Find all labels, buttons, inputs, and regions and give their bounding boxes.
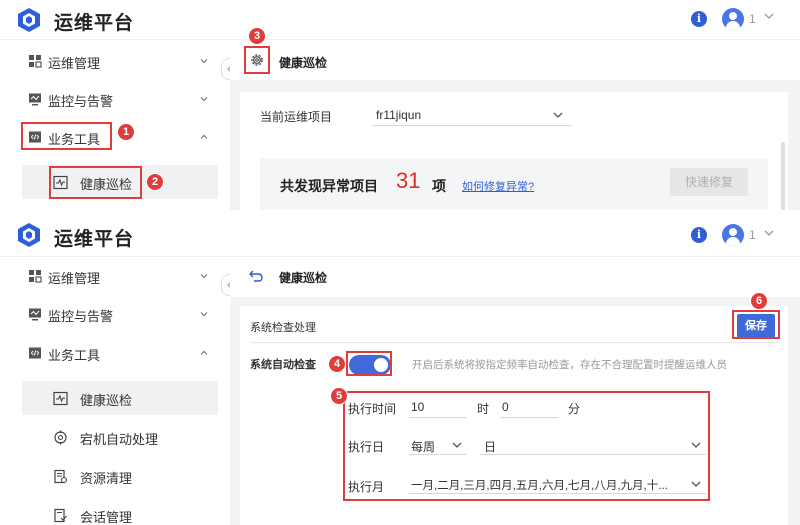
sidebar-item-monitor[interactable]: 监控与告警 — [0, 295, 230, 333]
page-title: 健康巡检 — [279, 271, 328, 285]
avatar-icon[interactable] — [722, 224, 744, 246]
sidebar-item-ops[interactable]: 运维管理 — [0, 257, 230, 295]
sidebar-item-label: 会话管理 — [80, 510, 133, 525]
project-label: 当前运维项目 — [260, 110, 333, 124]
highlight-health — [49, 166, 142, 199]
monitor-icon — [29, 93, 41, 106]
chevron-down-icon — [553, 112, 563, 118]
sidebar: 运维管理 监控与告警 业务工具 健康巡检 宕机自动处理 资源清理 会话管理 — [0, 257, 230, 525]
monitor-icon — [29, 308, 41, 321]
chevron-down-icon — [200, 312, 208, 317]
app-title: 运维平台 — [54, 13, 135, 34]
user-name[interactable]: 1 — [749, 228, 756, 242]
broom-icon — [54, 469, 68, 484]
chevron-down-icon — [200, 59, 208, 64]
annotation-badge-3: 3 — [248, 27, 266, 45]
top-screenshot: 运维平台 i 1 运维管理 监控与告警 业务工具 健康巡检 健康巡检 当前运维项… — [0, 0, 800, 210]
highlight-tools — [21, 122, 112, 150]
grid-icon — [29, 270, 42, 283]
logo-cube-icon — [18, 8, 40, 32]
info-icon[interactable]: i — [691, 227, 707, 243]
grid-icon — [29, 55, 42, 68]
scrollbar[interactable] — [781, 142, 785, 210]
annotation-badge-6: 6 — [750, 292, 768, 310]
sidebar-item-label: 健康巡检 — [80, 393, 133, 408]
top-header: 运维平台 i 1 — [0, 0, 800, 40]
auto-check-hint: 开启后系统将按指定频率自动检查，存在不合理配置时提醒运维人员 — [412, 359, 727, 371]
sidebar-item-ops[interactable]: 运维管理 — [0, 42, 230, 80]
project-value: fr11jiqun — [376, 108, 422, 122]
chevron-up-icon — [200, 350, 208, 355]
sidebar-item-label: 监控与告警 — [48, 94, 114, 109]
sidebar-item-label: 监控与告警 — [48, 309, 114, 324]
sidebar-item-label: 宕机自动处理 — [80, 432, 159, 447]
section-title: 系统检查处理 — [250, 322, 316, 334]
highlight-save — [732, 310, 780, 339]
chevron-down-icon[interactable] — [763, 10, 775, 22]
divider — [250, 342, 780, 343]
sidebar-item-label: 运维管理 — [48, 271, 101, 286]
avatar-icon[interactable] — [722, 8, 744, 30]
chevron-down-icon — [200, 274, 208, 279]
highlight-gear — [244, 46, 270, 74]
found-count: 31 — [396, 168, 421, 193]
project-panel: 当前运维项目 fr11jiqun 共发现异常项目 31 项 如何修复异常? 快速… — [240, 92, 788, 210]
highlight-toggle — [346, 351, 392, 376]
annotation-badge-4: 4 — [328, 355, 346, 373]
logo-cube-icon — [18, 223, 40, 247]
breadcrumb: 健康巡检 — [230, 40, 800, 80]
back-arrow-icon[interactable] — [248, 268, 264, 284]
chevron-down-icon[interactable] — [763, 227, 775, 239]
anomaly-summary: 共发现异常项目 31 项 如何修复异常? 快速修复 — [260, 158, 768, 210]
page-title: 健康巡检 — [279, 56, 328, 70]
session-icon — [54, 508, 67, 523]
host-icon — [54, 430, 67, 445]
sidebar-item-tools[interactable]: 业务工具 — [0, 334, 230, 372]
pulse-icon — [53, 391, 68, 406]
app-title: 运维平台 — [54, 229, 135, 250]
code-icon — [29, 347, 41, 359]
fix-help-link[interactable]: 如何修复异常? — [462, 178, 534, 194]
sidebar-subitem-cleanup[interactable]: 资源清理 — [22, 459, 218, 493]
highlight-schedule — [343, 391, 710, 501]
found-suffix: 项 — [432, 178, 446, 194]
sidebar-item-label: 资源清理 — [80, 471, 133, 486]
auto-check-label: 系统自动检查 — [250, 359, 316, 371]
project-select[interactable]: fr11jiqun — [372, 104, 572, 126]
sidebar-item-label: 业务工具 — [48, 348, 101, 363]
chevron-up-icon — [200, 134, 208, 139]
annotation-badge-5: 5 — [330, 387, 348, 405]
sidebar-item-label: 运维管理 — [48, 56, 101, 71]
found-prefix: 共发现异常项目 — [280, 178, 378, 194]
bottom-screenshot: 运维平台 i 1 运维管理 监控与告警 业务工具 健康巡检 宕机自动处理 资源清… — [0, 213, 800, 525]
sidebar-subitem-host[interactable]: 宕机自动处理 — [22, 420, 218, 454]
breadcrumb: 健康巡检 — [230, 257, 800, 297]
chevron-down-icon — [200, 97, 208, 102]
top-header: 运维平台 i 1 — [0, 213, 800, 257]
sidebar-subitem-session[interactable]: 会话管理 — [22, 498, 218, 525]
info-icon[interactable]: i — [691, 11, 707, 27]
annotation-badge-1: 1 — [117, 123, 135, 141]
quick-fix-button[interactable]: 快速修复 — [670, 168, 748, 196]
annotation-badge-2: 2 — [146, 173, 164, 191]
user-name[interactable]: 1 — [749, 12, 756, 26]
sidebar-item-monitor[interactable]: 监控与告警 — [0, 80, 230, 118]
sidebar-subitem-health[interactable]: 健康巡检 — [22, 381, 218, 415]
